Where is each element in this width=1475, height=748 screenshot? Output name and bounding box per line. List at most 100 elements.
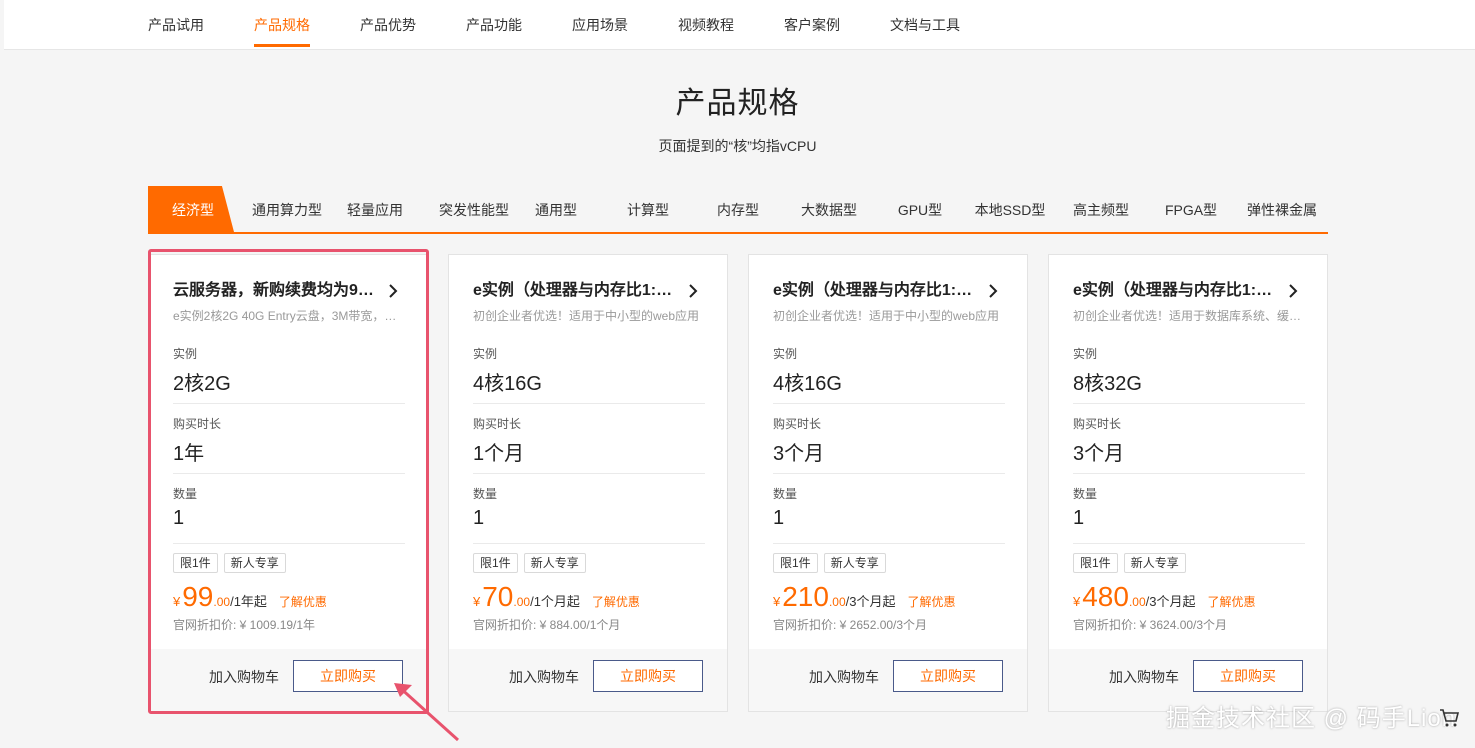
card-description: 初创企业者优选！适用于数据库系统、缓存等 xyxy=(1073,309,1305,323)
tab-lightweight[interactable]: 轻量应用 xyxy=(338,186,412,232)
duration-value[interactable]: 3个月 xyxy=(1073,437,1124,466)
add-to-cart-button[interactable]: 加入购物车 xyxy=(509,667,579,687)
chevron-right-icon[interactable] xyxy=(685,283,701,299)
add-to-cart-button[interactable]: 加入购物车 xyxy=(209,667,279,687)
divider xyxy=(773,543,1005,544)
card-header[interactable]: 云服务器，新购续费均为99元/年 xyxy=(173,279,403,303)
instance-value[interactable]: 2核2G xyxy=(173,367,231,396)
buy-now-button[interactable]: 立即购买 xyxy=(893,660,1003,692)
price-integer: 480 xyxy=(1082,581,1129,612)
promo-link[interactable]: 了解优惠 xyxy=(1207,593,1255,610)
instance-label: 实例 xyxy=(473,347,498,361)
card-title[interactable]: e实例（处理器与内存比1:4） xyxy=(773,279,979,303)
tab-local-ssd[interactable]: 本地SSD型 xyxy=(972,186,1048,232)
chevron-right-icon[interactable] xyxy=(385,283,401,299)
chevron-right-icon[interactable] xyxy=(1285,283,1301,299)
limit-tag: 限1件 xyxy=(773,553,818,573)
card-header[interactable]: e实例（处理器与内存比1:4） xyxy=(473,279,703,303)
nav-item-docs[interactable]: 文档与工具 xyxy=(890,0,960,50)
nav-item-scenarios[interactable]: 应用场景 xyxy=(572,0,628,50)
product-card: 云服务器，新购续费均为99元/年 e实例2核2G 40G Entry云盘，3M带… xyxy=(148,254,428,712)
promo-link[interactable]: 了解优惠 xyxy=(592,593,640,610)
add-to-cart-button[interactable]: 加入购物车 xyxy=(809,667,879,687)
nav-item-videos[interactable]: 视频教程 xyxy=(678,0,734,50)
buy-now-button[interactable]: 立即购买 xyxy=(1193,660,1303,692)
tab-memory-optimized[interactable]: 内存型 xyxy=(708,186,768,232)
currency-symbol: ¥ xyxy=(773,594,781,609)
product-card: e实例（处理器与内存比1:4） 初创企业者优选！适用于中小型的web应用 实例 … xyxy=(448,254,728,712)
price-row: ¥ 70 .00 /1个月起 了解优惠 xyxy=(473,581,640,613)
watermark: 掘金技术社区 @ 码手Lion xyxy=(1166,705,1457,732)
tab-fpga[interactable]: FPGA型 xyxy=(1160,186,1222,232)
buy-now-button[interactable]: 立即购买 xyxy=(593,660,703,692)
tab-bare-metal[interactable]: 弹性裸金属 xyxy=(1244,186,1320,232)
price-decimal: .00 xyxy=(828,595,846,609)
tab-gpu[interactable]: GPU型 xyxy=(892,186,948,232)
tab-general-compute[interactable]: 通用算力型 xyxy=(242,186,332,232)
tab-burstable[interactable]: 突发性能型 xyxy=(424,186,524,232)
buy-now-button[interactable]: 立即购买 xyxy=(293,660,403,692)
instance-label: 实例 xyxy=(1073,347,1098,361)
card-footer: 加入购物车 立即购买 xyxy=(149,649,427,711)
card-description: 初创企业者优选！适用于中小型的web应用 xyxy=(473,309,700,323)
nav-item-features[interactable]: 产品功能 xyxy=(466,0,522,50)
limit-tag: 限1件 xyxy=(473,553,518,573)
list-price: 官网折扣价: ¥ 2652.00/3个月 xyxy=(773,618,928,632)
quantity-value[interactable]: 1 xyxy=(173,507,184,530)
price-row: ¥ 99 .00 /1年起 了解优惠 xyxy=(173,581,327,613)
limit-tag: 限1件 xyxy=(1073,553,1118,573)
nav-item-advantages[interactable]: 产品优势 xyxy=(360,0,416,50)
card-footer: 加入购物车 立即购买 xyxy=(749,649,1027,711)
card-title[interactable]: e实例（处理器与内存比1:4） xyxy=(473,279,679,303)
price-decimal: .00 xyxy=(1128,595,1146,609)
limit-tag: 限1件 xyxy=(173,553,218,573)
promo-link[interactable]: 了解优惠 xyxy=(907,593,955,610)
card-title[interactable]: e实例（处理器与内存比1:4） xyxy=(1073,279,1279,303)
tab-economy[interactable]: 经济型 xyxy=(148,186,234,232)
tab-big-data[interactable]: 大数据型 xyxy=(796,186,862,232)
card-footer: 加入购物车 立即购买 xyxy=(449,649,727,711)
new-user-tag: 新人专享 xyxy=(223,553,286,573)
instance-label: 实例 xyxy=(773,347,798,361)
price-row: ¥ 210 .00 /3个月起 了解优惠 xyxy=(773,581,956,613)
card-description: 初创企业者优选！适用于中小型的web应用 xyxy=(773,309,1000,323)
list-price: 官网折扣价: ¥ 884.00/1个月 xyxy=(473,618,621,632)
tab-compute-optimized[interactable]: 计算型 xyxy=(618,186,678,232)
quantity-value[interactable]: 1 xyxy=(773,507,784,530)
tab-general-purpose[interactable]: 通用型 xyxy=(524,186,588,232)
price-integer: 70 xyxy=(482,581,514,612)
duration-value[interactable]: 3个月 xyxy=(773,437,824,466)
instance-value[interactable]: 4核16G xyxy=(773,367,842,396)
duration-value[interactable]: 1年 xyxy=(173,437,204,466)
add-to-cart-button[interactable]: 加入购物车 xyxy=(1109,667,1179,687)
instance-value[interactable]: 8核32G xyxy=(1073,367,1142,396)
tab-high-frequency[interactable]: 高主频型 xyxy=(1068,186,1134,232)
duration-label: 购买时长 xyxy=(1073,417,1122,431)
cart-icon[interactable] xyxy=(1438,706,1460,728)
divider xyxy=(173,403,405,404)
divider xyxy=(1073,473,1305,474)
instance-label: 实例 xyxy=(173,347,198,361)
promo-link[interactable]: 了解优惠 xyxy=(279,593,327,610)
nav-item-cases[interactable]: 客户案例 xyxy=(784,0,840,50)
quantity-value[interactable]: 1 xyxy=(473,507,484,530)
nav-item-specs[interactable]: 产品规格 xyxy=(254,0,310,50)
quantity-label: 数量 xyxy=(173,487,198,501)
duration-value[interactable]: 1个月 xyxy=(473,437,524,466)
list-price: 官网折扣价: ¥ 1009.19/1年 xyxy=(173,618,316,632)
quantity-value[interactable]: 1 xyxy=(1073,507,1084,530)
card-header[interactable]: e实例（处理器与内存比1:4） xyxy=(773,279,1003,303)
chevron-right-icon[interactable] xyxy=(985,283,1001,299)
instance-value[interactable]: 4核16G xyxy=(473,367,542,396)
price-unit: /1个月起 xyxy=(530,594,580,609)
tag-group: 限1件 新人专享 xyxy=(773,553,886,573)
card-title[interactable]: 云服务器，新购续费均为99元/年 xyxy=(173,279,379,303)
divider xyxy=(173,543,405,544)
card-header[interactable]: e实例（处理器与内存比1:4） xyxy=(1073,279,1303,303)
nav-item-trial[interactable]: 产品试用 xyxy=(148,0,204,50)
quantity-label: 数量 xyxy=(773,487,798,501)
price-decimal: .00 xyxy=(213,595,231,609)
quantity-label: 数量 xyxy=(473,487,498,501)
product-card: e实例（处理器与内存比1:4） 初创企业者优选！适用于数据库系统、缓存等 实例 … xyxy=(1048,254,1328,712)
currency-symbol: ¥ xyxy=(473,594,481,609)
